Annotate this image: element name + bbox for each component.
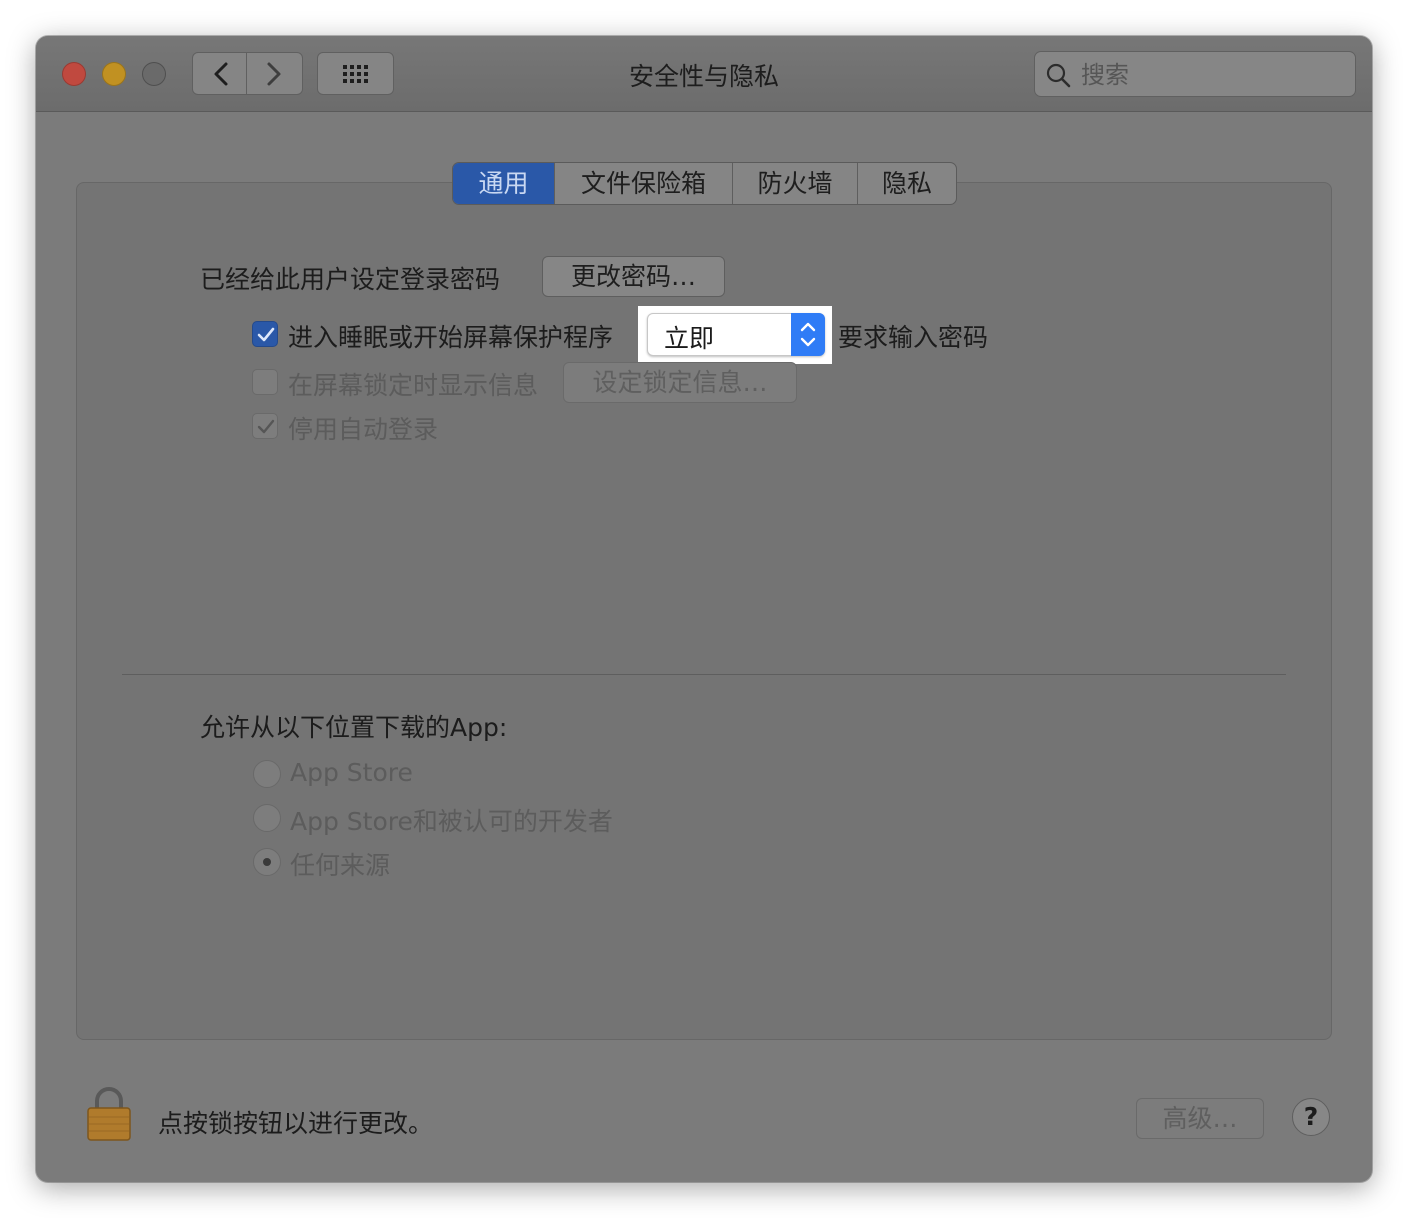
show-message-checkbox[interactable] [252, 369, 278, 395]
checkmark-icon [257, 419, 275, 434]
change-password-button[interactable]: 更改密码… [542, 256, 725, 297]
disable-auto-login-checkbox[interactable] [252, 413, 278, 439]
password-set-label: 已经给此用户设定登录密码 [200, 265, 501, 294]
tab-privacy[interactable]: 隐私 [857, 163, 956, 204]
advanced-button[interactable]: 高级… [1136, 1098, 1264, 1139]
disable-auto-login-label: 停用自动登录 [288, 415, 439, 444]
radio-anywhere-label: 任何来源 [290, 851, 391, 880]
require-password-label: 进入睡眠或开始屏幕保护程序 [288, 323, 614, 352]
popup-arrows [791, 313, 825, 356]
password-delay-popup[interactable]: 立即 [647, 313, 825, 356]
checkmark-icon [257, 327, 275, 342]
radio-app-store[interactable] [253, 760, 281, 788]
search-input[interactable] [1079, 58, 1343, 92]
tab-general[interactable]: 通用 [453, 163, 554, 204]
preferences-window: 安全性与隐私 通用 文件保险箱 防火墙 隐私 已经给此用户设定登录密码 更改密码… [36, 36, 1372, 1182]
search-field[interactable] [1034, 51, 1356, 97]
lock-icon[interactable] [86, 1086, 132, 1142]
chevron-updown-icon [800, 322, 816, 347]
radio-app-store-label: App Store [290, 758, 413, 787]
show-message-label: 在屏幕锁定时显示信息 [288, 371, 539, 400]
section-divider [122, 674, 1286, 675]
require-password-checkbox[interactable] [252, 321, 278, 347]
lock-hint-text: 点按锁按钮以进行更改。 [158, 1109, 434, 1138]
password-delay-value: 立即 [664, 324, 715, 353]
require-password-suffix: 要求输入密码 [838, 323, 989, 352]
search-icon [1046, 63, 1071, 88]
title-bar: 安全性与隐私 [36, 36, 1372, 112]
radio-identified-developers[interactable] [253, 804, 281, 832]
downloads-heading: 允许从以下位置下载的App: [200, 713, 508, 742]
radio-identified-developers-label: App Store和被认可的开发者 [290, 807, 613, 836]
set-lock-message-button[interactable]: 设定锁定信息… [563, 362, 797, 403]
tab-firewall[interactable]: 防火墙 [732, 163, 857, 204]
help-button[interactable]: ? [1292, 1098, 1330, 1136]
radio-anywhere[interactable] [253, 848, 281, 876]
tab-filevault[interactable]: 文件保险箱 [554, 163, 732, 204]
tab-bar: 通用 文件保险箱 防火墙 隐私 [452, 162, 957, 205]
radio-selected-dot [263, 858, 271, 866]
